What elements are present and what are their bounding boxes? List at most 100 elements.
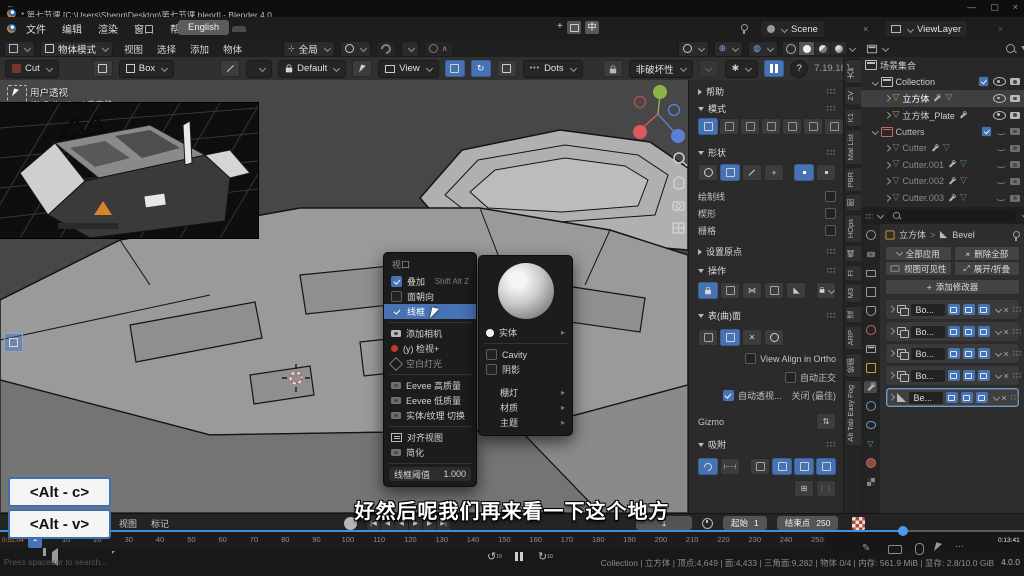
drag-handle-icon[interactable] xyxy=(1012,306,1022,313)
menu-item-face-orientation[interactable]: 面朝向 xyxy=(384,289,476,304)
sidebar-tab[interactable]: M3 xyxy=(846,283,862,303)
video-progress-knob[interactable] xyxy=(898,526,908,536)
surface-world-button[interactable] xyxy=(764,329,784,346)
realtime-toggle[interactable] xyxy=(963,348,975,359)
modifier-row[interactable]: Bo...× xyxy=(885,299,1020,320)
pause-playback-button[interactable] xyxy=(515,552,523,561)
shape-custom-button[interactable]: + xyxy=(764,164,784,181)
mode-extract-button[interactable] xyxy=(824,118,844,135)
workspace-tab[interactable] xyxy=(344,26,358,32)
op-array-button[interactable] xyxy=(764,282,784,299)
eye-icon[interactable] xyxy=(993,94,1006,103)
menu-item-align-view[interactable]: 对齐视图 xyxy=(384,430,476,445)
remove-modifier-icon[interactable]: × xyxy=(1004,327,1009,337)
viewport-menu-item[interactable]: 添加 xyxy=(184,41,215,57)
surface-object-button[interactable] xyxy=(698,329,718,346)
more-icon[interactable]: ⋯ xyxy=(955,541,964,552)
menu-item-overlay[interactable]: 叠加 Shift Alt Z xyxy=(384,274,476,289)
workspace-tab[interactable] xyxy=(328,26,342,32)
expand-icon[interactable] xyxy=(888,328,894,334)
section-snap[interactable]: 吸附 xyxy=(698,438,836,451)
falloff-selector[interactable]: Default xyxy=(278,60,346,78)
modifier-name[interactable]: Bo... xyxy=(911,370,945,382)
popup-item-material[interactable]: 材质 ▸ xyxy=(479,400,572,415)
mode-cut-button[interactable] xyxy=(698,118,718,135)
sidebar-tab[interactable]: K1 xyxy=(846,108,862,127)
tab-output-icon[interactable] xyxy=(864,267,877,279)
breadcrumb-object[interactable]: 立方体 xyxy=(899,228,926,241)
proportional-edit-toggle[interactable]: ∧ xyxy=(424,41,453,57)
workspace-tab[interactable] xyxy=(232,26,246,32)
window-layout-icon[interactable] xyxy=(567,21,581,34)
snap-face-button[interactable] xyxy=(816,458,836,475)
expand-icon[interactable] xyxy=(888,372,894,378)
checkbox-off-icon[interactable] xyxy=(785,372,796,383)
workspace-tab[interactable] xyxy=(248,26,262,32)
eye-closed-icon[interactable] xyxy=(996,129,1006,135)
eye-closed-icon[interactable] xyxy=(996,178,1006,184)
row-cube-plate[interactable]: ▽ 立方体_Plate xyxy=(861,107,1024,124)
render-toggle[interactable] xyxy=(978,348,990,359)
camera-icon[interactable] xyxy=(1010,128,1020,135)
maximize-button[interactable]: ▢ xyxy=(990,2,999,13)
pause-button[interactable] xyxy=(764,60,784,77)
edit-mode-toggle[interactable] xyxy=(946,392,958,403)
modifier-menu-icon[interactable] xyxy=(994,350,1001,357)
sidebar-tab[interactable]: 渲 xyxy=(846,306,862,324)
edit-mode-toggle[interactable] xyxy=(948,370,960,381)
transform-orientation[interactable]: ⊹ 全局 xyxy=(283,41,335,57)
tab-physics-icon[interactable] xyxy=(864,400,877,412)
drag-handle-icon[interactable] xyxy=(1010,394,1020,401)
sidebar-tab[interactable]: Mat List xyxy=(846,129,862,165)
modifier-menu-icon[interactable] xyxy=(994,372,1001,379)
checkbox-on-icon[interactable] xyxy=(979,77,988,86)
apply-all-button[interactable]: 全部应用 xyxy=(885,246,952,261)
modifier-menu-icon[interactable] xyxy=(992,394,999,401)
camera-icon[interactable] xyxy=(1010,178,1020,185)
lock-button[interactable] xyxy=(698,282,718,299)
section-set-origin[interactable]: 设置原点 xyxy=(698,245,836,258)
viewport-menu-item[interactable]: 视图 xyxy=(118,41,149,57)
workspace-tab[interactable] xyxy=(280,26,294,32)
cursor-tool-button[interactable] xyxy=(352,60,372,77)
surface-cursor-button[interactable]: ✕ xyxy=(742,329,762,346)
origin-corner-button[interactable] xyxy=(794,164,814,181)
minimize-button[interactable]: — xyxy=(967,2,976,13)
tab-tool-icon[interactable] xyxy=(864,229,877,241)
op-cube-button[interactable] xyxy=(720,282,740,299)
surface-view-button[interactable] xyxy=(720,329,740,346)
menu-item-eevee-high[interactable]: Eevee 高质量 xyxy=(384,378,476,393)
modifier-menu-icon[interactable] xyxy=(994,328,1001,335)
render-toggle[interactable] xyxy=(978,326,990,337)
mode-selector[interactable]: 物体模式 xyxy=(40,41,113,57)
camera-icon[interactable] xyxy=(1010,112,1020,119)
option-auto-persp[interactable]: 自动透视... 关闭 (最佳) xyxy=(698,389,836,402)
realtime-toggle[interactable] xyxy=(963,326,975,337)
modifier-row[interactable]: Be...× xyxy=(885,387,1020,408)
camera-icon[interactable] xyxy=(1010,195,1020,202)
sidebar-tab[interactable]: 鑫 xyxy=(846,245,862,263)
active-tool-widget[interactable] xyxy=(4,333,23,352)
tab-collection-icon[interactable] xyxy=(864,343,877,355)
remove-modifier-icon[interactable]: × xyxy=(1004,371,1009,381)
pivot-point-button[interactable] xyxy=(340,41,371,57)
menu-item[interactable]: 窗口 xyxy=(128,19,160,38)
tab-viewlayer-icon[interactable] xyxy=(864,286,877,298)
row-cutter[interactable]: ▽ Cutter.002 ▽ xyxy=(861,173,1024,190)
viewport-menu-item[interactable]: 物体 xyxy=(217,41,248,57)
mode-intersect-button[interactable] xyxy=(740,118,760,135)
expand-icon[interactable] xyxy=(888,394,894,400)
shading-rendered-button[interactable] xyxy=(831,42,846,55)
sidebar-tab[interactable]: PBR xyxy=(846,167,862,192)
option-grid[interactable]: 栅格 xyxy=(698,224,836,237)
popup-item-studiolight[interactable]: 棚灯 ▸ xyxy=(479,385,572,400)
popup-item-shadow[interactable]: 阴影 xyxy=(479,362,572,377)
tab-material-icon[interactable] xyxy=(864,457,877,469)
modifier-name[interactable]: Bo... xyxy=(911,348,945,360)
sidebar-tab[interactable]: ZV xyxy=(846,86,862,106)
visibility-dropdown[interactable] xyxy=(678,41,709,57)
row-cube[interactable]: ▽ 立方体 ▽ xyxy=(861,90,1024,107)
popup-item-solid[interactable]: 实体 ▸ xyxy=(479,325,572,340)
video-progress-remaining[interactable] xyxy=(903,530,1024,532)
menu-item-eevee-low[interactable]: Eevee 低质量 xyxy=(384,393,476,408)
